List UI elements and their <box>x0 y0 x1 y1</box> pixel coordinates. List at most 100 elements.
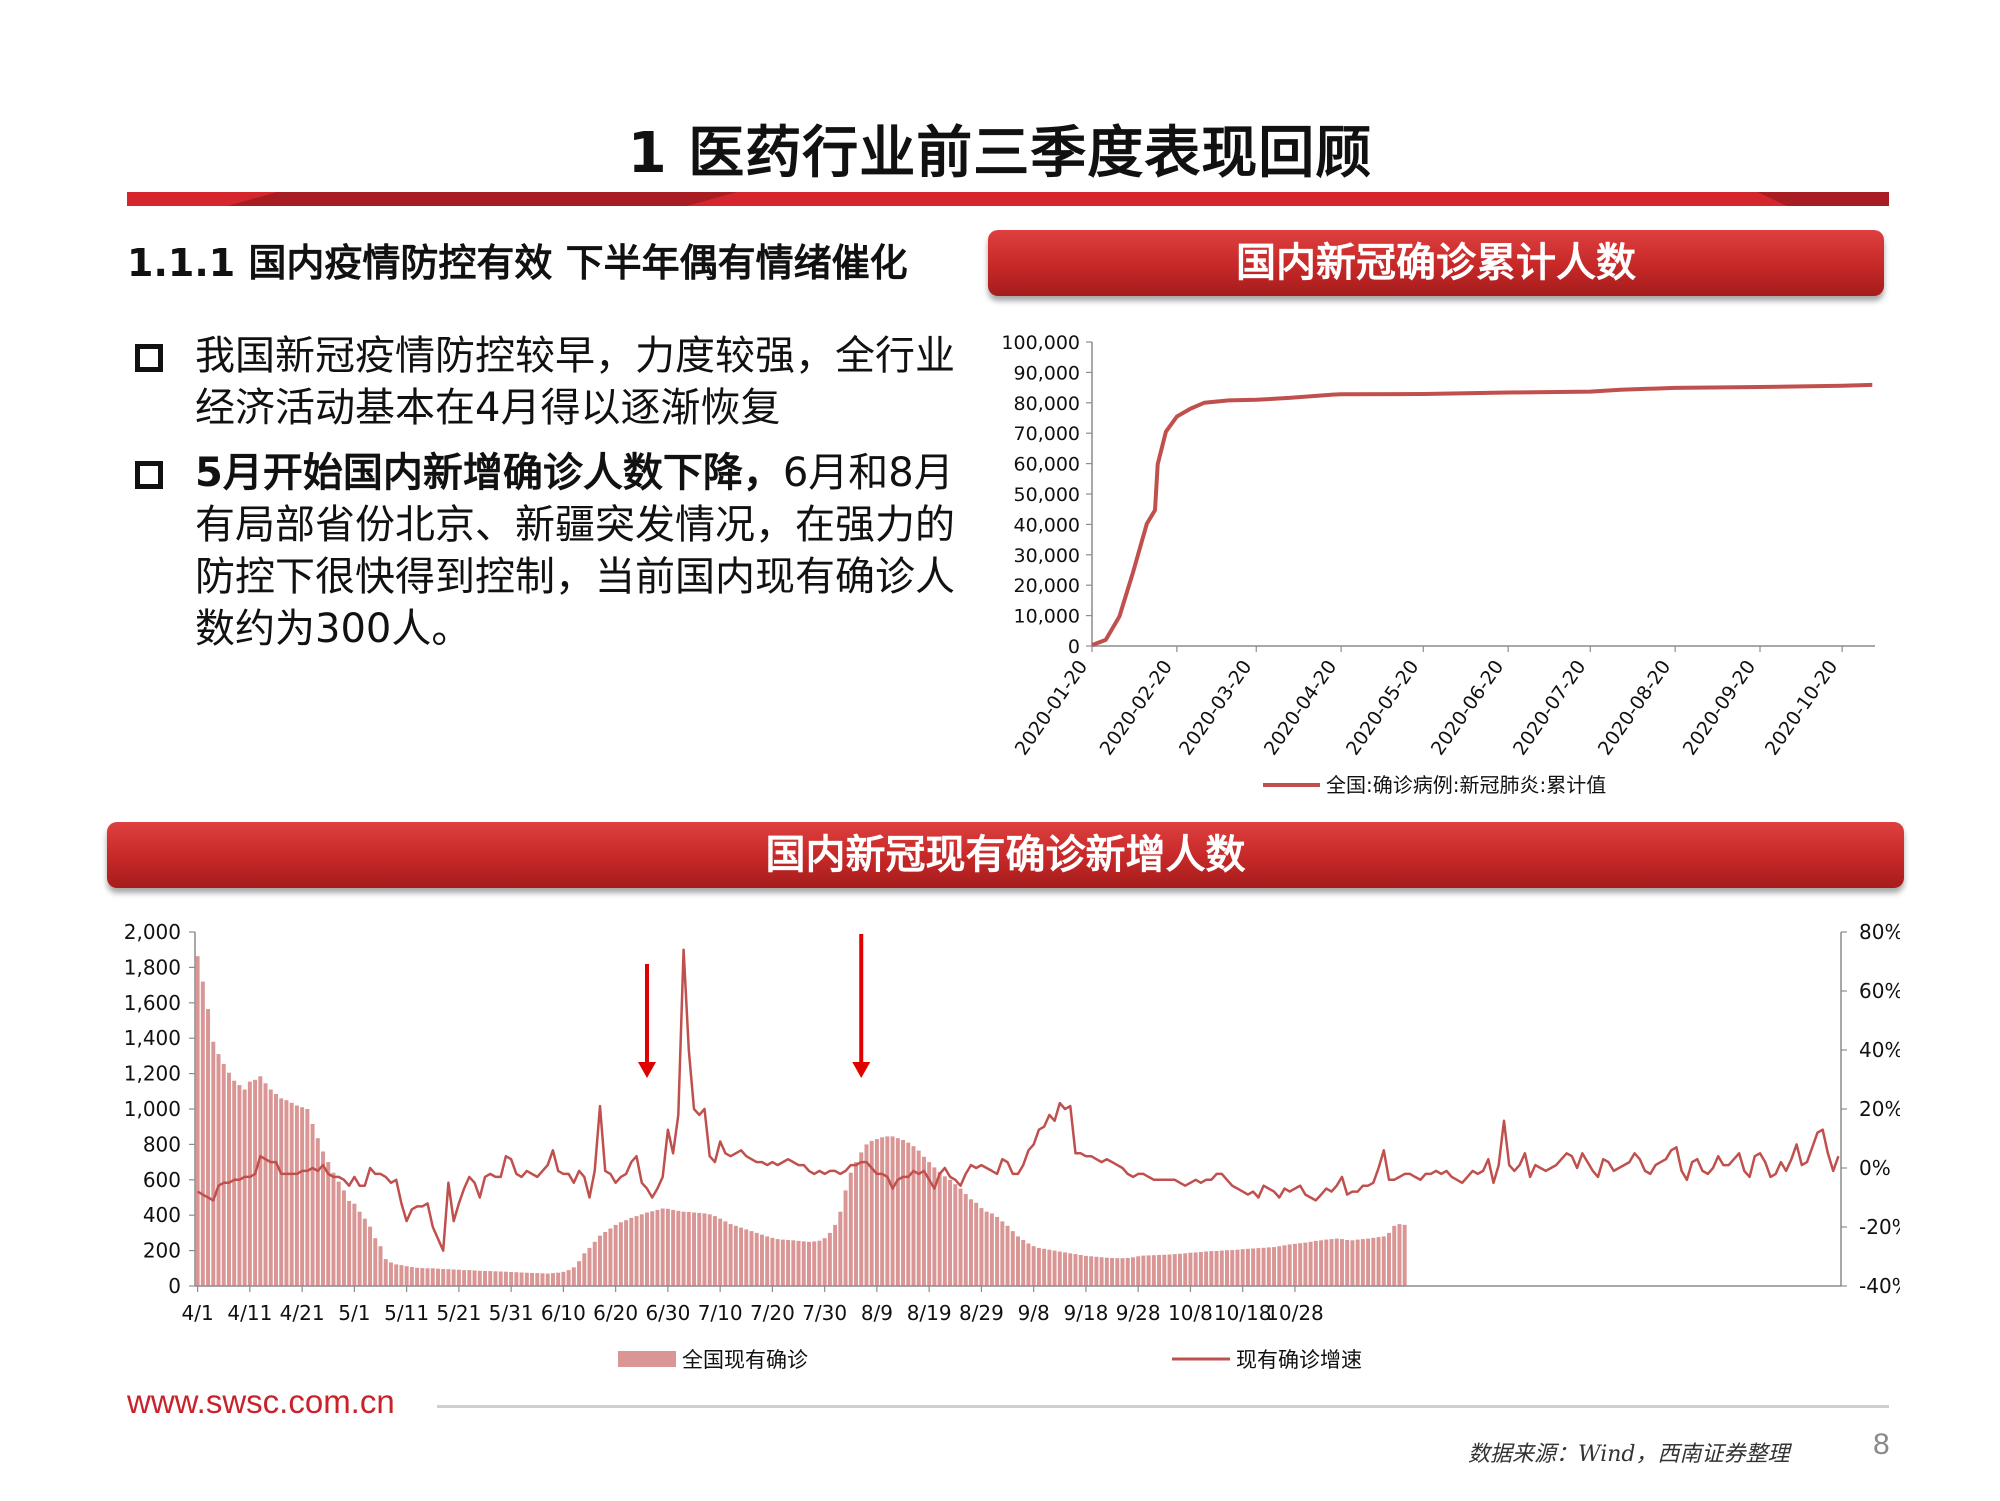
active-cases-bar <box>1324 1239 1329 1286</box>
active-cases-bar <box>676 1210 681 1286</box>
active-cases-bar <box>1292 1243 1297 1286</box>
active-cases-bar <box>1282 1245 1287 1286</box>
active-cases-bar <box>848 1172 853 1286</box>
active-cases-bar <box>1277 1246 1282 1286</box>
active-cases-bar <box>1188 1252 1193 1286</box>
bullet-item: 我国新冠疫情防控较早，力度较强，全行业经济活动基本在4月得以逐渐恢复 <box>135 330 955 440</box>
active-cases-bar <box>514 1272 519 1286</box>
active-cases-bar <box>948 1179 953 1286</box>
active-cases-bar <box>692 1212 697 1286</box>
x-tick-label: 7/30 <box>802 1301 847 1325</box>
x-tick-label: 5/31 <box>489 1301 534 1325</box>
active-cases-bar <box>874 1139 879 1286</box>
active-cases-bar <box>1089 1256 1094 1286</box>
active-cases-bar <box>733 1225 738 1286</box>
active-cases-bar <box>1125 1258 1130 1286</box>
active-cases-bar <box>420 1268 425 1286</box>
active-cases-bar <box>1319 1240 1324 1286</box>
active-cases-bar <box>1402 1224 1407 1286</box>
active-cases-bar <box>1120 1258 1125 1286</box>
active-cases-bar <box>859 1152 864 1286</box>
y2-tick-label: -20% <box>1859 1215 1900 1239</box>
active-cases-bar <box>1308 1241 1313 1287</box>
active-cases-bar <box>388 1262 393 1286</box>
active-cases-bar <box>1083 1255 1088 1286</box>
active-cases-bar <box>237 1085 242 1286</box>
title-divider <box>127 192 1889 206</box>
active-cases-bar <box>1094 1256 1099 1286</box>
footer-url[interactable]: www.swsc.com.cn <box>127 1383 395 1421</box>
y-tick-label: 20,000 <box>1014 575 1080 597</box>
active-cases-bar <box>974 1202 979 1286</box>
active-cases-bar <box>833 1224 838 1286</box>
active-cases-bar <box>556 1272 561 1286</box>
active-cases-chart: 0 200 400 600 800 1,000 1,200 1,400 1,600 1,800 2,… <box>124 920 1900 1372</box>
active-cases-bar <box>921 1156 926 1286</box>
active-cases-bar <box>1068 1253 1073 1286</box>
active-cases-bar <box>1245 1248 1250 1286</box>
y-tick-label: 400 <box>143 1203 181 1227</box>
active-cases-bar <box>707 1214 712 1286</box>
active-cases-bar <box>268 1089 273 1286</box>
active-cases-bar <box>1261 1247 1266 1286</box>
active-cases-bar <box>807 1241 811 1287</box>
legend-label: 现有确诊增速 <box>1236 1348 1362 1372</box>
square-bullet-icon <box>135 344 163 372</box>
active-cases-bar <box>895 1138 900 1286</box>
active-cases-bar <box>1130 1257 1135 1286</box>
active-cases-bar <box>801 1241 806 1286</box>
active-cases-bar <box>1366 1238 1371 1286</box>
active-cases-bar <box>660 1208 665 1286</box>
active-cases-bar <box>566 1270 571 1286</box>
active-cases-bar <box>749 1231 754 1286</box>
annotation-arrow-head <box>852 1062 871 1078</box>
active-cases-bar <box>1141 1255 1146 1286</box>
bullet-text: 我国新冠疫情防控较早，力度较强，全行业经济活动基本在4月得以逐渐恢复 <box>195 333 955 431</box>
active-cases-bar <box>639 1214 644 1286</box>
x-tick-label: 4/11 <box>227 1301 272 1325</box>
active-cases-bar <box>540 1273 545 1286</box>
active-cases-bar <box>347 1201 352 1286</box>
x-tick-label: 5/11 <box>384 1301 429 1325</box>
active-cases-bar <box>1235 1249 1240 1286</box>
active-cases-bar <box>1298 1243 1303 1286</box>
x-tick-label: 8/29 <box>959 1301 1004 1325</box>
active-cases-bar <box>686 1212 691 1286</box>
active-cases-bar <box>937 1171 942 1286</box>
active-cases-bar <box>315 1138 320 1286</box>
x-tick-label: 4/1 <box>182 1301 214 1325</box>
active-cases-bar <box>242 1089 247 1286</box>
active-cases-bar <box>671 1209 676 1286</box>
active-cases-bar <box>838 1211 843 1286</box>
active-cases-bar <box>216 1054 221 1286</box>
active-cases-bar <box>300 1107 305 1286</box>
y-tick-label: 100,000 <box>1001 332 1080 354</box>
y2-tick-label: 60% <box>1859 979 1900 1003</box>
active-cases-bar <box>331 1172 336 1286</box>
x-tick-label: 6/30 <box>645 1301 690 1325</box>
active-cases-bar <box>362 1218 367 1286</box>
active-cases-bar <box>561 1271 566 1286</box>
legend-label: 全国:确诊病例:新冠肺炎:累计值 <box>1326 773 1606 797</box>
active-cases-bar <box>603 1232 608 1286</box>
active-cases-bar <box>1266 1247 1271 1286</box>
x-tick-label: 6/20 <box>593 1301 638 1325</box>
x-tick-label: 2020-08-20 <box>1594 656 1675 759</box>
active-cases-bar <box>702 1213 707 1286</box>
active-cases-bar <box>503 1271 508 1286</box>
active-cases-bar <box>321 1151 326 1286</box>
chart-title-banner: 国内新冠确诊累计人数 <box>988 230 1884 296</box>
active-cases-bar <box>984 1211 989 1286</box>
active-cases-bar <box>1219 1250 1224 1286</box>
active-cases-bar <box>963 1194 968 1286</box>
active-cases-bar <box>378 1246 383 1286</box>
x-tick-label: 9/28 <box>1116 1301 1161 1325</box>
active-cases-bar <box>634 1216 639 1286</box>
active-cases-bar <box>979 1208 984 1286</box>
active-cases-bar <box>1047 1249 1052 1286</box>
active-cases-bar <box>718 1218 723 1286</box>
x-tick-label: 4/21 <box>280 1301 325 1325</box>
active-cases-bar <box>483 1271 487 1286</box>
active-cases-bar <box>645 1212 649 1286</box>
active-cases-bar <box>1104 1257 1109 1286</box>
